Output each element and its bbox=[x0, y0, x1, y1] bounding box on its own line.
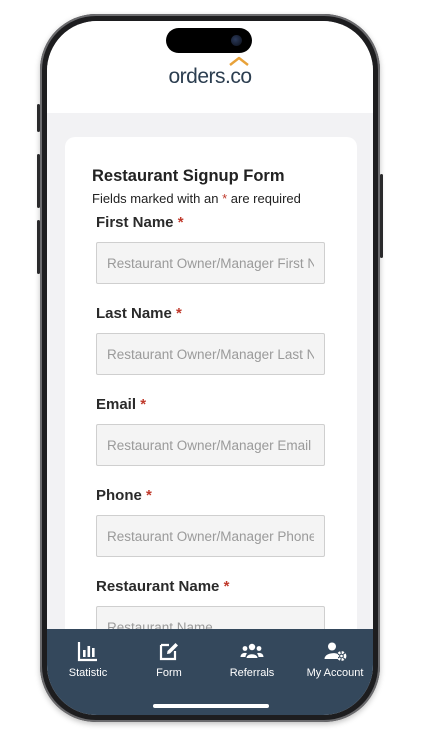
first-name-label: First Name * bbox=[96, 214, 184, 231]
bottom-tab-bar: Statistic Form Referrals My Account bbox=[47, 629, 373, 715]
required-star: * bbox=[176, 305, 182, 322]
tab-my-account[interactable]: My Account bbox=[295, 639, 373, 679]
tab-statistic[interactable]: Statistic bbox=[48, 639, 128, 679]
first-name-input[interactable] bbox=[96, 242, 325, 284]
logo-roof-icon bbox=[229, 56, 250, 66]
edit-icon bbox=[159, 643, 178, 661]
tab-referrals-label: Referrals bbox=[229, 667, 275, 679]
bar-chart-icon bbox=[77, 642, 97, 662]
phone-label-text: Phone bbox=[96, 487, 142, 504]
form-subtitle-suffix: are required bbox=[230, 191, 301, 206]
logo-roof-wrap: co bbox=[229, 56, 252, 89]
logo-text-main: orders bbox=[168, 65, 225, 88]
form-title: Restaurant Signup Form bbox=[92, 167, 285, 185]
restaurant-name-label: Restaurant Name * bbox=[96, 578, 229, 595]
restaurant-name-label-text: Restaurant Name bbox=[96, 578, 220, 595]
phone-label: Phone * bbox=[96, 487, 152, 504]
brand-logo: orders. co bbox=[47, 56, 373, 89]
email-input[interactable] bbox=[96, 424, 325, 466]
volume-up-button bbox=[37, 154, 40, 208]
camera-icon bbox=[231, 35, 242, 46]
email-label-text: Email bbox=[96, 396, 137, 413]
home-indicator[interactable] bbox=[153, 704, 269, 708]
last-name-label-text: Last Name bbox=[96, 305, 172, 322]
required-star: * bbox=[222, 191, 228, 206]
last-name-label: Last Name * bbox=[96, 305, 182, 322]
volume-down-button bbox=[37, 220, 40, 274]
dynamic-island bbox=[166, 28, 252, 53]
tab-my-account-label: My Account bbox=[306, 667, 364, 679]
first-name-label-text: First Name bbox=[96, 214, 174, 231]
signup-form-card: Restaurant Signup Form Fields marked wit… bbox=[65, 137, 357, 697]
tab-form[interactable]: Form bbox=[129, 639, 209, 679]
required-star: * bbox=[146, 487, 152, 504]
users-icon bbox=[240, 643, 264, 658]
required-star: * bbox=[177, 214, 184, 231]
user-gear-icon bbox=[324, 642, 347, 661]
phone-frame: orders. co Restaurant Signup Form Fields … bbox=[37, 14, 383, 722]
form-subtitle-prefix: Fields marked with an bbox=[92, 191, 219, 206]
required-star: * bbox=[140, 396, 147, 413]
phone-input[interactable] bbox=[96, 515, 325, 557]
form-subtitle: Fields marked with an * are required bbox=[92, 191, 301, 206]
last-name-input[interactable] bbox=[96, 333, 325, 375]
email-label: Email * bbox=[96, 396, 146, 413]
tab-statistic-label: Statistic bbox=[68, 667, 108, 679]
required-star: * bbox=[223, 578, 230, 595]
tab-form-label: Form bbox=[156, 667, 182, 679]
phone-screen: orders. co Restaurant Signup Form Fields … bbox=[47, 21, 373, 715]
action-button bbox=[37, 104, 40, 132]
logo-text-tail: co bbox=[230, 65, 252, 88]
tab-referrals[interactable]: Referrals bbox=[212, 639, 292, 679]
power-button bbox=[380, 174, 383, 258]
